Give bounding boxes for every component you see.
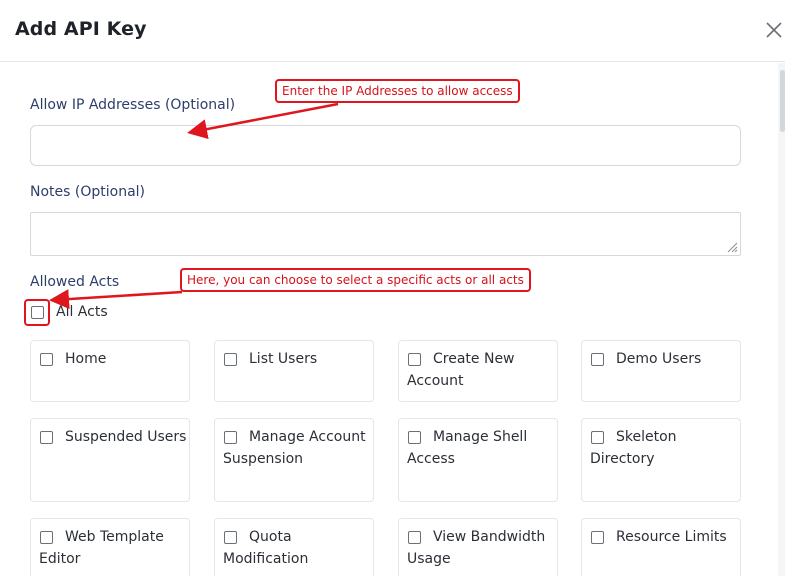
- notes-textarea[interactable]: [30, 212, 741, 256]
- act-card-quota-modification[interactable]: Quota Modification: [214, 518, 374, 576]
- add-api-key-modal: Add API Key Allow IP Addresses (Optional…: [0, 0, 785, 576]
- act-label: Manage Account Suspension: [223, 429, 366, 467]
- acts-annotation-arrow: [49, 289, 183, 310]
- modal-header: Add API Key: [0, 0, 785, 62]
- ip-addresses-input[interactable]: [30, 125, 741, 166]
- ip-annotation-callout: Enter the IP Addresses to allow access: [275, 79, 520, 103]
- act-card-manage-shell-access[interactable]: Manage Shell Access: [398, 418, 558, 502]
- act-card-list-users[interactable]: List Users: [214, 340, 374, 402]
- act-label: Demo Users: [616, 351, 702, 367]
- all-acts-label: All Acts: [56, 304, 108, 320]
- act-card-web-template-editor[interactable]: Web Template Editor: [30, 518, 190, 576]
- act-label: Manage Shell Access: [407, 429, 528, 467]
- act-label: Suspended Users: [65, 429, 187, 445]
- scrollbar-track[interactable]: [778, 63, 785, 576]
- modal-title: Add API Key: [15, 18, 147, 40]
- act-card-suspended-users[interactable]: Suspended Users: [30, 418, 190, 502]
- act-label: View Bandwidth Usage: [407, 529, 546, 567]
- close-icon[interactable]: [764, 20, 784, 40]
- act-label: Create New Account: [407, 351, 515, 389]
- acts-annotation-callout: Here, you can choose to select a specifi…: [180, 268, 531, 292]
- act-card-create-new-account[interactable]: Create New Account: [398, 340, 558, 402]
- act-card-view-bandwidth-usage[interactable]: View Bandwidth Usage: [398, 518, 558, 576]
- allowed-acts-label: Allowed Acts: [30, 274, 120, 290]
- act-label: List Users: [249, 351, 318, 367]
- act-label: Home: [65, 351, 107, 367]
- resize-grip-icon[interactable]: [726, 241, 738, 253]
- act-label: Quota Modification: [223, 529, 309, 567]
- act-card-skeleton-directory[interactable]: Skeleton Directory: [581, 418, 741, 502]
- act-card-demo-users[interactable]: Demo Users: [581, 340, 741, 402]
- all-acts-highlight-box: [24, 299, 50, 326]
- notes-label: Notes (Optional): [30, 184, 146, 200]
- act-card-home[interactable]: Home: [30, 340, 190, 402]
- act-card-manage-account-suspension[interactable]: Manage Account Suspension: [214, 418, 374, 502]
- act-card-resource-limits[interactable]: Resource Limits: [581, 518, 741, 576]
- act-label: Web Template Editor: [39, 529, 164, 567]
- act-label: Resource Limits: [616, 529, 727, 545]
- act-label: Skeleton Directory: [590, 429, 677, 467]
- scrollbar-thumb[interactable]: [780, 70, 785, 132]
- ip-addresses-label: Allow IP Addresses (Optional): [30, 97, 236, 113]
